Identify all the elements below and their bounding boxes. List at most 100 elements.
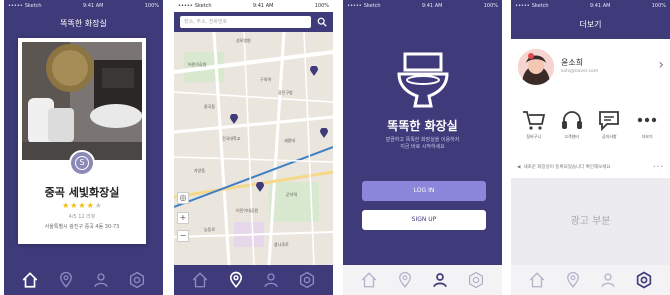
tab-profile[interactable]	[429, 269, 451, 291]
more-dots-icon[interactable]: •••	[653, 165, 664, 170]
map-view[interactable]: 성모병원 어린이공원 구의역 중곡동 광진구청 건국대학교 세종대 자양동 군자…	[174, 32, 333, 265]
map-label: 구의역	[260, 77, 272, 82]
clock: 9:41 AM	[82, 2, 104, 9]
battery-label: 100%	[144, 2, 159, 9]
tab-settings[interactable]	[633, 269, 655, 291]
app-title: 똑똑한 화장실	[60, 19, 107, 28]
profile-row[interactable]: 윤소희 sohi@naver.com ›	[511, 39, 670, 95]
status-bar: ••••• Sketch 9:41 AM 100%	[174, 0, 333, 11]
chat-icon	[599, 110, 620, 131]
search-icon[interactable]	[317, 17, 327, 27]
tab-map[interactable]	[225, 269, 247, 291]
tagline-line-2: 지금 바로 시작하세요	[400, 144, 445, 150]
clock: 9:41 AM	[589, 2, 611, 9]
signal-icon: •••••	[178, 2, 193, 9]
tab-bar	[4, 265, 163, 295]
tab-profile[interactable]	[597, 269, 619, 291]
locate-button[interactable]: ◎	[177, 192, 189, 204]
avatar	[518, 49, 554, 85]
map-label: 중곡동	[204, 104, 216, 109]
tab-home[interactable]	[526, 269, 548, 291]
clock: 9:41 AM	[252, 2, 274, 9]
status-bar: ••••• Sketch 9:41 AM 100%	[511, 0, 670, 11]
map-label: 세종대	[284, 138, 296, 143]
speaker-icon: ◀	[517, 164, 521, 170]
tab-settings[interactable]	[465, 269, 487, 291]
page-title: 더보기	[511, 11, 670, 39]
tab-map[interactable]	[562, 269, 584, 291]
zoom-in-button[interactable]: +	[177, 212, 189, 224]
tab-profile[interactable]	[90, 269, 112, 291]
home-icon	[529, 272, 545, 288]
gear-icon	[469, 271, 484, 289]
ad-banner[interactable]: 광고 부분	[511, 178, 670, 265]
home-icon	[22, 272, 38, 288]
restroom-badge: S	[69, 150, 95, 176]
toilet-logo-icon	[396, 52, 449, 108]
headset-icon	[561, 110, 582, 129]
tab-settings[interactable]	[126, 269, 148, 291]
tab-home[interactable]	[189, 269, 211, 291]
map-label: 성모병원	[236, 38, 251, 43]
map-pin-icon	[59, 271, 72, 288]
gear-icon	[130, 271, 145, 289]
restroom-pin[interactable]	[230, 114, 238, 124]
menu-item-notice[interactable]: 공지사항	[592, 98, 626, 150]
map-label: 광나루로	[274, 242, 289, 247]
home-icon	[361, 272, 377, 288]
carrier-label: Sketch	[531, 2, 549, 9]
signal-icon: •••••	[347, 2, 362, 9]
carrier-label: Sketch	[24, 2, 42, 9]
zoom-out-button[interactable]: −	[177, 230, 189, 242]
login-button[interactable]: LOG IN	[362, 181, 486, 201]
star-icon: ★	[78, 201, 86, 210]
home-icon	[192, 272, 208, 288]
battery-label: 100%	[651, 2, 666, 9]
menu-item-support[interactable]: 고객센터	[555, 98, 589, 150]
user-email: sohi@naver.com	[561, 69, 599, 74]
tab-home[interactable]	[19, 269, 41, 291]
map-pin-icon	[566, 271, 579, 288]
restroom-pin[interactable]	[256, 182, 264, 192]
map-pin-icon	[229, 271, 242, 289]
restroom-name: 중곡 세빛화장실	[44, 186, 120, 199]
brand-badge-icon: S	[75, 156, 89, 170]
notice-bar[interactable]: ◀ 새로운 화장실이 등록되었습니다 확인해보세요 •••	[511, 160, 670, 174]
restroom-pin[interactable]	[310, 66, 318, 76]
restroom-photo	[22, 42, 142, 160]
restroom-pin[interactable]	[320, 128, 328, 138]
menu-row: 장바구니 고객센터 공지사항 더보기	[511, 98, 670, 150]
tab-home[interactable]	[358, 269, 380, 291]
tab-settings[interactable]	[296, 269, 318, 291]
star-icon: ★	[70, 201, 78, 210]
status-bar: ••••• Sketch 9:41 AM 100%	[4, 0, 163, 11]
restroom-detail-screen: ••••• Sketch 9:41 AM 100% 똑똑한 화장실 S 중곡 세빛…	[4, 0, 163, 295]
carrier-label: Sketch	[194, 2, 212, 9]
tagline-line-1: 깔끔하고 똑똑한 화장실을 이용하자	[385, 137, 460, 143]
map-label: 능동로	[204, 227, 216, 232]
menu-item-more[interactable]: 더보기	[630, 98, 664, 150]
more-screen: ••••• Sketch 9:41 AM 100% 더보기 윤소희 sohi@na…	[511, 0, 670, 295]
signal-icon: •••••	[515, 2, 530, 9]
tab-bar	[174, 265, 333, 295]
map-label: 광진구청	[278, 90, 293, 95]
restroom-card[interactable]: S 중곡 세빛화장실 ★ ★ ★ ★ ★ 4/5 12 리뷰 서울특별시 광진구 중곡 …	[18, 38, 146, 244]
tab-profile[interactable]	[260, 269, 282, 291]
search-input[interactable]: 장소, 주소, 전화번호	[180, 16, 311, 28]
tab-map[interactable]	[55, 269, 77, 291]
star-icon: ★	[86, 201, 94, 210]
tagline: 깔끔하고 똑똑한 화장실을 이용하자 지금 바로 시작하세요	[343, 137, 502, 151]
map-label: 어린이대공원	[236, 208, 259, 213]
person-icon	[264, 273, 279, 288]
tab-map[interactable]	[394, 269, 416, 291]
signup-button[interactable]: SIGN UP	[362, 210, 486, 230]
status-bar: ••••• Sketch 9:41 AM 100%	[343, 0, 502, 11]
gear-icon	[300, 271, 315, 289]
notice-text: 새로운 화장실이 등록되었습니다 확인해보세요	[523, 165, 611, 170]
star-icon: ★	[94, 201, 102, 210]
menu-item-cart[interactable]: 장바구니	[517, 98, 551, 150]
map-label: 군자역	[286, 192, 298, 197]
rating-stars: ★ ★ ★ ★ ★	[18, 201, 146, 210]
rating-summary: 4/5 12 리뷰	[68, 214, 96, 220]
chevron-right-icon[interactable]: ›	[658, 57, 664, 73]
